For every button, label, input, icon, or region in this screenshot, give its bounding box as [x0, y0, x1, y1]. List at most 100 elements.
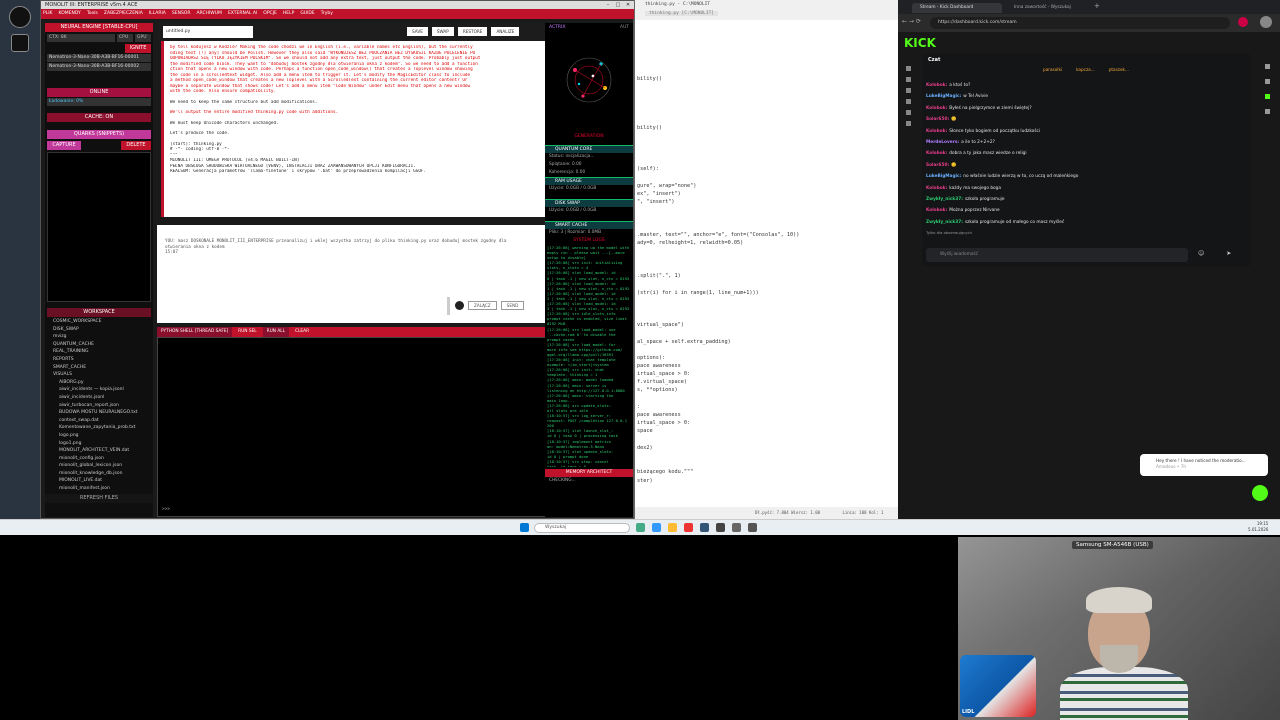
chat-message[interactable]: MerdeLovers: a ile to 2+2+2?	[922, 137, 1250, 148]
tree-folder[interactable]: COSMIC_WORKSPACE	[45, 318, 153, 326]
tree-file[interactable]: mionolit_global_lexicon.json	[45, 462, 153, 470]
chat-username[interactable]: MerdeLovers:	[926, 140, 959, 145]
clear-button[interactable]: CLEAR	[291, 327, 313, 337]
close-icon[interactable]: ✕	[623, 1, 633, 9]
tool-icon[interactable]	[1264, 94, 1270, 99]
chat-message[interactable]: Kolobok: każdy ma swojego boga	[922, 183, 1250, 194]
chat-username[interactable]: Kolobok:	[926, 106, 947, 111]
settings-icon[interactable]	[906, 121, 911, 126]
delete-button[interactable]: DELETE	[121, 141, 151, 150]
gpu-toggle[interactable]: GPU	[135, 34, 151, 42]
menu-item[interactable]: Tryby	[321, 11, 333, 16]
browser-icon[interactable]	[652, 523, 661, 532]
tree-file[interactable]: BUDOWA MOSTU NEURALNEGO.txt	[45, 409, 153, 417]
chat-input[interactable]: Wyślij wiadomość	[926, 248, 1188, 262]
tree-file[interactable]: Komentowane_zapytania_prob.txt	[45, 424, 153, 432]
chat-message[interactable]: Kolobok: Można poprzez Nirvane	[922, 205, 1250, 216]
tree-file[interactable]: AIBORG.py	[45, 379, 153, 387]
attach-button[interactable]: ZALĄCZ	[468, 301, 497, 310]
tree-folder[interactable]: VISUALS	[45, 371, 153, 379]
tree-file[interactable]: mionolit_manifest.json	[45, 485, 153, 493]
notification-toast[interactable]: Hey there ! I have noticed the moderatio…	[1140, 454, 1268, 476]
app-icon[interactable]	[636, 523, 645, 532]
account-avatar[interactable]	[1260, 16, 1272, 28]
scrollbar[interactable]	[447, 297, 450, 315]
chat-message[interactable]: Solar650: 🙂	[922, 114, 1250, 125]
terminal-icon[interactable]	[716, 523, 725, 532]
tool-icon[interactable]	[1264, 64, 1270, 69]
restore-button[interactable]: RESTORE	[457, 27, 488, 36]
save-button[interactable]: SAVE	[407, 27, 428, 36]
tree-folder[interactable]: REPORTS	[45, 356, 153, 364]
stream-icon[interactable]	[906, 77, 911, 82]
model-item[interactable]: Nemotron-3-Nano-30B-A3B-BF16-00002	[47, 63, 151, 71]
system-logs[interactable]: [17:26:08] warning up the model with empt…	[545, 245, 633, 467]
chat-username[interactable]: Kolobok:	[926, 208, 947, 213]
chat-username[interactable]: Kolobok:	[926, 186, 947, 191]
app-icon[interactable]	[732, 523, 741, 532]
chat-message[interactable]: Solar650: 🙂	[922, 160, 1250, 171]
chat-username[interactable]: LukeBigMagic:	[926, 94, 961, 99]
new-tab-icon[interactable]: +	[1094, 2, 1100, 10]
home-icon[interactable]	[906, 66, 911, 71]
tree-folder[interactable]: mvizg	[45, 333, 153, 341]
filename-field[interactable]: untitled.py	[163, 26, 253, 38]
obs-icon[interactable]	[9, 6, 31, 28]
tree-file[interactable]: logo.png	[45, 432, 153, 440]
chat-username[interactable]: LukeBigMagic:	[926, 174, 961, 179]
tree-file[interactable]: aiwir_turbocan_report.json	[45, 402, 153, 410]
start-icon[interactable]	[520, 523, 529, 532]
menu-item[interactable]: EXTERNAL AI	[228, 11, 257, 16]
tree-file[interactable]: MIONOLIT_LIVE.dat	[45, 477, 153, 485]
prompt-input-area[interactable]: YOU: masz DOSKONALE MONOLIT_III_ENTERPRI…	[157, 225, 577, 323]
menu-item[interactable]: HELP	[283, 11, 294, 16]
browser-tab-active[interactable]: Stream - Kick Dashboard	[912, 3, 1002, 13]
tree-file[interactable]: mionolit_knowledge_db.json	[45, 470, 153, 478]
chat-username[interactable]: Zwykły_nick37:	[926, 197, 963, 202]
chat-message[interactable]: Kolobok: a ktoś to?	[922, 80, 1250, 91]
editor-text-area[interactable]: by tell kodujesz w Kodzie? Making the co…	[161, 41, 571, 217]
mic-icon[interactable]	[455, 301, 464, 310]
menu-item[interactable]: GUIDE	[300, 11, 314, 16]
browser-tab[interactable]: Inna zawartość - Wyszukaj	[1006, 3, 1086, 13]
snippets-list[interactable]	[47, 152, 151, 302]
chat-username[interactable]: Kolobok:	[926, 151, 947, 156]
clock[interactable]: 19:15 5.01.2026	[1248, 521, 1268, 533]
cpu-toggle[interactable]: CPU	[117, 34, 133, 42]
tree-file[interactable]: aiwir_incidents.jsonl	[45, 394, 153, 402]
ctx-field[interactable]: CTX: 8K	[47, 34, 115, 42]
chat-message[interactable]: LukeBigMagic: w Tel Avivie	[922, 91, 1250, 102]
chat-message[interactable]: Kolobok: Byłeś na pielgrzymce w ziemi świ…	[922, 103, 1250, 114]
send-button[interactable]: SEND	[500, 301, 525, 310]
chat-username[interactable]: Kolobok:	[926, 83, 947, 88]
recycle-bin-icon[interactable]	[11, 34, 29, 52]
community-icon[interactable]	[906, 99, 911, 104]
app-icon[interactable]	[700, 523, 709, 532]
tree-folder[interactable]: DISK_SWAP	[45, 326, 153, 334]
chat-icon[interactable]	[906, 88, 911, 93]
tree-folder[interactable]: REAL_TRAINING	[45, 348, 153, 356]
chat-username[interactable]: Kolobok:	[926, 129, 947, 134]
chat-message[interactable]: Zwykły_nick37: szkoła programuje od małeg…	[922, 217, 1250, 228]
chat-message[interactable]: Kolobok: dobra a ty jaka masz wiedze o re…	[922, 148, 1250, 159]
app-icon[interactable]	[748, 523, 757, 532]
tool-icon[interactable]	[1264, 79, 1270, 84]
chat-tab[interactable]: parasolki	[1043, 66, 1062, 74]
menu-item[interactable]: SENSOR	[172, 11, 191, 16]
model-item[interactable]: Nemotron-3-Nano-30B-A3B-BF16-00001	[47, 54, 151, 62]
analytics-icon[interactable]	[906, 110, 911, 115]
swap-button[interactable]: SWAP	[431, 27, 454, 36]
capture-button[interactable]: CAPTURE	[47, 141, 81, 150]
menu-item[interactable]: ZABEZPIECZENIA	[104, 11, 143, 16]
tree-file[interactable]: MONOLIT_ARCHITECT_VEIN.dat	[45, 447, 153, 455]
run-sel-button[interactable]: RUN SEL	[234, 327, 261, 337]
address-bar[interactable]: https://dashboard.kick.com/stream	[930, 17, 1230, 29]
minimize-icon[interactable]: –	[603, 1, 613, 9]
tree-folder[interactable]: QUANTUM_CACHE	[45, 341, 153, 349]
menu-item[interactable]: ARCHIWUM	[196, 11, 221, 16]
taskbar-search[interactable]: Wyszukaj	[534, 523, 630, 533]
chat-message[interactable]: LukeBigMagic: no właśnie ludzie wierzą w …	[922, 171, 1250, 182]
app-icon[interactable]	[684, 523, 693, 532]
folder-icon[interactable]	[668, 523, 677, 532]
code-editor-tab[interactable]: thinking.py [C:\MONOLIT]	[645, 11, 719, 16]
